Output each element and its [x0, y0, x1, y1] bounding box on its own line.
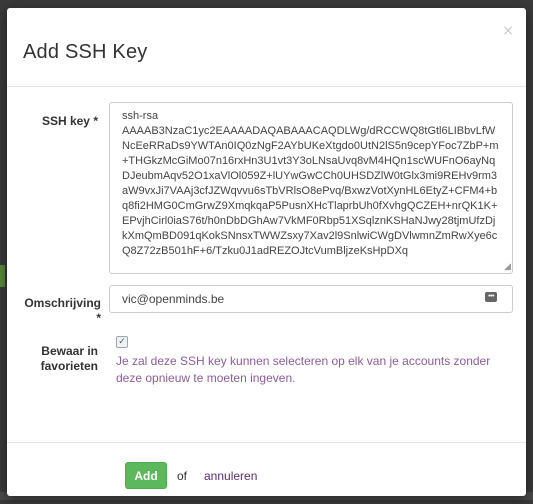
close-icon[interactable]: × [502, 24, 514, 38]
modal-title: Add SSH Key [23, 41, 148, 63]
cancel-link[interactable]: annuleren [204, 469, 257, 483]
add-button[interactable]: Add [125, 462, 167, 489]
favorite-label: Bewaar in favorieten [40, 344, 98, 373]
page-backdrop-accent [0, 265, 5, 287]
ssh-key-textarea[interactable]: ssh-rsa AAAAB3NzaC1yc2EAAAADAQABAAACAQDL… [109, 102, 513, 274]
favorite-help-text: Je zal deze SSH key kunnen selecteren op… [116, 354, 491, 385]
description-input[interactable] [109, 285, 513, 313]
modal-header: Add SSH Key × [7, 8, 526, 87]
description-label: Omschrijving * [24, 296, 101, 325]
add-ssh-key-modal: Add SSH Key × SSH key * ssh-rsa AAAAB3Nz… [7, 8, 526, 496]
favorite-checkbox[interactable]: ✓ [116, 336, 128, 348]
ellipsis-icon[interactable]: ••• [485, 292, 497, 302]
ssh-key-label: SSH key * [41, 114, 98, 128]
or-text: of [177, 469, 188, 483]
resize-grip-icon[interactable]: ◢ [504, 262, 513, 271]
footer-divider [7, 442, 526, 443]
